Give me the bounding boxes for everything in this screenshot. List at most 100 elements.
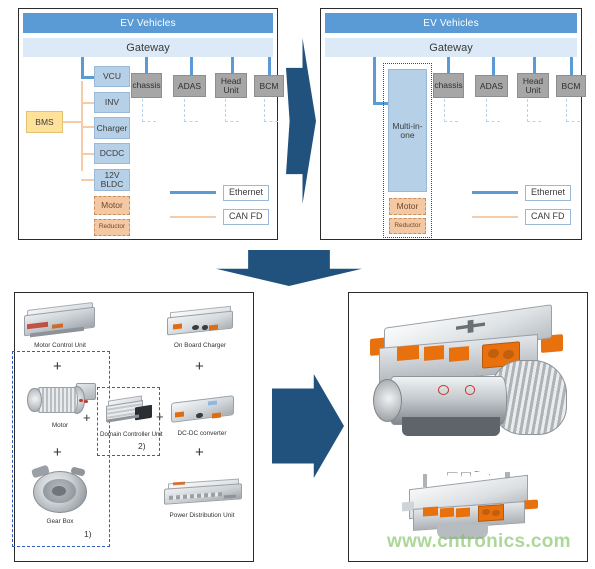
subbus-stub-headunit <box>225 99 239 122</box>
ecu-12v-bldc[interactable]: 12V BLDC <box>94 169 130 191</box>
subbus-stub-chassis <box>142 99 156 122</box>
component-gear-box[interactable]: Gear Box <box>21 464 99 525</box>
component-on-board-charger-label: On Board Charger <box>173 342 227 349</box>
plus-dcdc-pdu: + <box>195 444 204 461</box>
legend-canfd-after: CAN FD <box>472 209 571 225</box>
canfd-branch-bldc <box>81 179 95 181</box>
ecu-chassis-label: chassis <box>132 80 161 91</box>
component-on-board-charger[interactable]: On Board Charger <box>161 303 239 349</box>
legend-ethernet-swatch <box>170 191 216 195</box>
subbus-stub-adas <box>184 99 198 122</box>
ecu-inv-label: INV <box>104 97 120 108</box>
subbus-stub-bcm <box>264 99 278 122</box>
ecu-vcu[interactable]: VCU <box>94 66 130 87</box>
power-distribution-unit-photo <box>159 473 245 511</box>
ethernet-elbow-vcu <box>81 76 95 80</box>
legend-ethernet-swatch-after <box>472 191 518 195</box>
ecu-adas-label: ADAS <box>177 80 202 91</box>
ethernet-drop-bcm <box>268 57 272 75</box>
ecu-reductor-label: Reductor <box>98 223 126 231</box>
ecu-dcdc[interactable]: DCDC <box>94 143 130 164</box>
component-motor-control-unit-label: Motor Control Unit <box>34 342 86 349</box>
ecu-chassis[interactable]: chassis <box>131 73 162 98</box>
subbus-stub-chassis-after <box>444 99 458 122</box>
ecu-inv[interactable]: INV <box>94 92 130 113</box>
component-domain-controller-unit[interactable]: Domain Controller Unit <box>100 392 163 438</box>
plus-dcu-rightcol: + <box>156 409 164 424</box>
component-dc-dc-converter[interactable]: DC-DC converter <box>165 389 239 437</box>
ethernet-drop-adas <box>190 57 194 75</box>
ev-vehicles-header-after: EV Vehicles <box>325 13 577 33</box>
ecu-bms-label: BMS <box>35 116 54 127</box>
ecu-bcm-after-label: BCM <box>561 80 581 91</box>
dc-dc-converter-photo <box>165 389 239 429</box>
site-watermark: www.cntronics.com <box>387 531 571 552</box>
legend-ethernet-label-after: Ethernet <box>525 185 572 201</box>
plus-group1-dcu: + <box>83 410 91 425</box>
motor-control-unit-photo <box>19 301 101 341</box>
gear-box-photo <box>21 464 99 517</box>
canfd-branch-dcdc <box>81 153 95 155</box>
legend-ethernet-before: Ethernet <box>170 185 270 201</box>
component-power-distribution-unit[interactable]: Power Distribution Unit <box>159 473 245 519</box>
ecu-chassis-after-label: chassis <box>434 80 463 91</box>
ecu-head-unit-label: Head Unit <box>220 75 242 95</box>
component-motor-control-unit[interactable]: Motor Control Unit <box>19 301 101 349</box>
component-domain-controller-unit-label: Domain Controller Unit <box>100 431 163 438</box>
ecu-head-unit-after[interactable]: Head Unit <box>517 73 549 98</box>
ecu-vcu-label: VCU <box>103 71 121 82</box>
ecu-multi-in-one-label: Multi-in-one <box>392 120 423 140</box>
on-board-charger-photo <box>161 303 239 341</box>
ecu-motor-label: Motor <box>101 200 123 211</box>
component-gear-box-label: Gear Box <box>46 518 74 525</box>
ethernet-drop-adas-after <box>492 57 496 75</box>
ethernet-drop-bcm-after <box>570 57 574 75</box>
plus-obc-dcdc: + <box>195 358 204 375</box>
legend-ethernet-label: Ethernet <box>223 185 270 201</box>
ecu-multi-in-one[interactable]: Multi-in-one <box>388 69 427 192</box>
component-board-panel: 1) 2) Motor Control Unit + Motor + Gear … <box>12 292 254 562</box>
ecu-adas[interactable]: ADAS <box>173 75 206 97</box>
ecu-charger[interactable]: Charger <box>94 117 130 139</box>
ecu-bcm-after[interactable]: BCM <box>556 75 586 97</box>
plus-motor-gearbox: + <box>53 444 62 461</box>
ethernet-trunk-multiinone <box>373 57 377 105</box>
canfd-bms-link <box>63 121 82 123</box>
ecu-12v-bldc-label: 12V BLDC <box>100 170 124 189</box>
ecu-reductor-after[interactable]: Reductor <box>389 218 426 234</box>
group-1-marker: 1) <box>84 529 92 539</box>
ecu-head-unit[interactable]: Head Unit <box>215 73 247 98</box>
ecu-bcm-label: BCM <box>259 80 279 91</box>
ecu-bcm[interactable]: BCM <box>254 75 284 97</box>
ecu-motor-after-label: Motor <box>396 201 419 212</box>
gateway-bar-before: Gateway <box>23 38 273 57</box>
ecu-motor[interactable]: Motor <box>94 196 130 215</box>
subbus-stub-bcm-after <box>566 99 580 122</box>
ev-vehicles-header-before: EV Vehicles <box>23 13 273 33</box>
ecu-adas-after[interactable]: ADAS <box>475 75 508 97</box>
ecu-head-unit-after-label: Head Unit <box>522 75 544 95</box>
ecu-charger-label: Charger <box>96 122 128 133</box>
legend-canfd-label: CAN FD <box>223 209 269 225</box>
component-dc-dc-converter-label: DC-DC converter <box>177 430 227 437</box>
legend-ethernet-after: Ethernet <box>472 185 572 201</box>
architecture-before-panel: EV Vehicles Gateway VCU INV Charger DCDC <box>18 8 284 240</box>
canfd-branch-inv <box>81 102 95 104</box>
subbus-stub-adas-after <box>486 99 500 122</box>
architecture-after-inner: EV Vehicles Gateway Multi-in-one Motor R… <box>325 13 586 238</box>
canfd-branch-charger <box>81 126 95 128</box>
ecu-dcdc-label: DCDC <box>99 148 125 159</box>
component-power-distribution-unit-label: Power Distribution Unit <box>169 512 235 519</box>
ecu-motor-after[interactable]: Motor <box>389 198 426 215</box>
legend-canfd-label-after: CAN FD <box>525 209 571 225</box>
domain-controller-unit-photo <box>100 392 158 430</box>
plus-mcu-motor: + <box>53 358 62 375</box>
legend-canfd-before: CAN FD <box>170 209 269 225</box>
ecu-bms[interactable]: BMS <box>26 111 63 133</box>
integrated-assembly-panel: www.cntronics.com <box>348 292 588 562</box>
group-2-marker: 2) <box>138 441 146 451</box>
subbus-stub-headunit-after <box>527 99 541 122</box>
ecu-reductor[interactable]: Reductor <box>94 219 130 236</box>
integrated-powertrain-assembly-3d <box>357 303 581 461</box>
ecu-chassis-after[interactable]: chassis <box>433 73 464 98</box>
